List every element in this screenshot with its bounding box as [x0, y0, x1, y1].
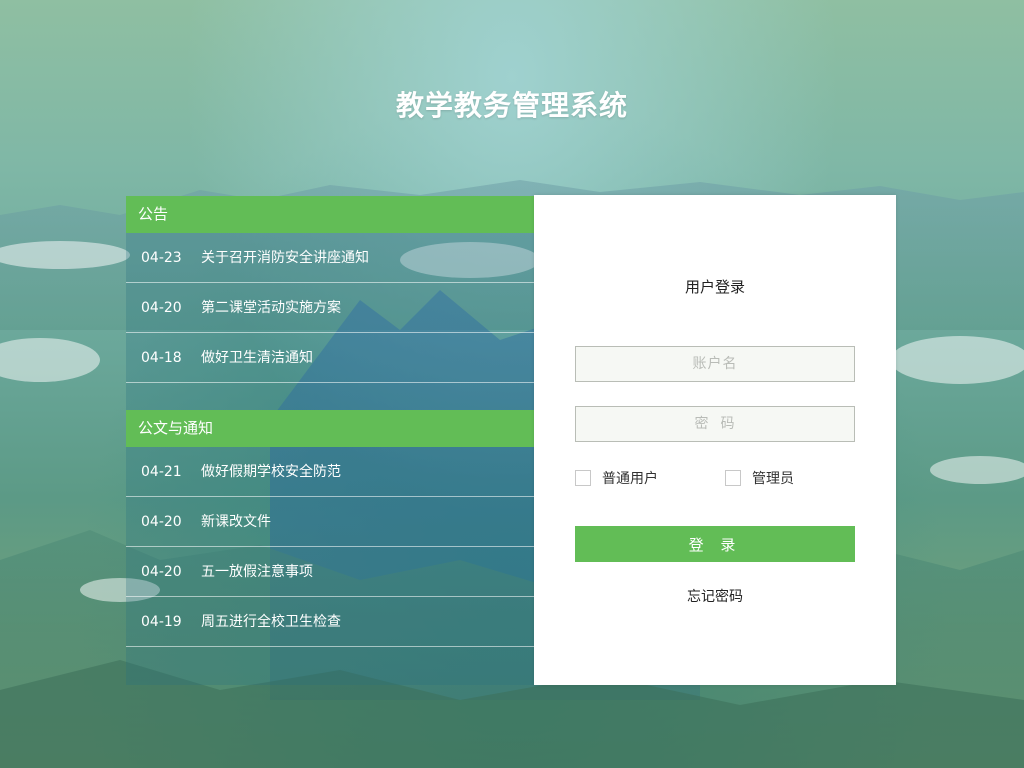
role-user-option[interactable]: 普通用户: [575, 469, 658, 487]
document-item[interactable]: 04-20 五一放假注意事项: [126, 547, 534, 597]
role-admin-option[interactable]: 管理员: [725, 469, 794, 487]
news-date: 04-20: [141, 564, 182, 580]
news-title: 做好假期学校安全防范: [201, 464, 341, 480]
news-date: 04-20: [141, 300, 182, 316]
password-input[interactable]: [575, 406, 855, 442]
page-title: 教学教务管理系统: [395, 89, 628, 122]
documents-header: 公文与通知: [126, 410, 534, 447]
document-item[interactable]: 04-20 新课改文件: [126, 497, 534, 547]
news-date: 04-20: [141, 514, 182, 530]
news-title: 周五进行全校卫生检查: [201, 614, 341, 630]
role-user-checkbox[interactable]: [575, 470, 591, 486]
login-panel: 用户登录 普通用户 管理员 登 录 忘记密码: [534, 195, 896, 685]
news-date: 04-19: [141, 614, 182, 630]
news-title: 新课改文件: [201, 514, 271, 530]
document-item[interactable]: 04-19 周五进行全校卫生检查: [126, 597, 534, 647]
news-date: 04-18: [141, 350, 182, 366]
announcements-list: 04-23 关于召开消防安全讲座通知 04-20 第二课堂活动实施方案 04-18 做…: [126, 233, 534, 383]
login-button[interactable]: 登 录: [575, 526, 855, 562]
news-date: 04-23: [141, 250, 182, 266]
announcement-item[interactable]: 04-18 做好卫生清洁通知: [126, 333, 534, 383]
news-title: 第二课堂活动实施方案: [201, 300, 341, 316]
documents-list: 04-21 做好假期学校安全防范 04-20 新课改文件 04-20 五一放假注意事项…: [126, 447, 534, 647]
news-date: 04-21: [141, 464, 182, 480]
news-title: 五一放假注意事项: [201, 564, 313, 580]
role-user-label: 普通用户: [602, 471, 658, 487]
username-input[interactable]: [575, 346, 855, 382]
announcement-item[interactable]: 04-20 第二课堂活动实施方案: [126, 283, 534, 333]
news-title: 做好卫生清洁通知: [201, 350, 313, 366]
news-title: 关于召开消防安全讲座通知: [201, 250, 369, 266]
announcement-item[interactable]: 04-23 关于召开消防安全讲座通知: [126, 233, 534, 283]
forgot-password-link[interactable]: 忘记密码: [534, 586, 896, 606]
notice-panel: 公告 04-23 关于召开消防安全讲座通知 04-20 第二课堂活动实施方案 04-…: [126, 196, 534, 685]
role-admin-label: 管理员: [752, 471, 794, 487]
document-item[interactable]: 04-21 做好假期学校安全防范: [126, 447, 534, 497]
role-admin-checkbox[interactable]: [725, 470, 741, 486]
login-title: 用户登录: [684, 278, 745, 296]
announcements-header: 公告: [126, 196, 534, 233]
